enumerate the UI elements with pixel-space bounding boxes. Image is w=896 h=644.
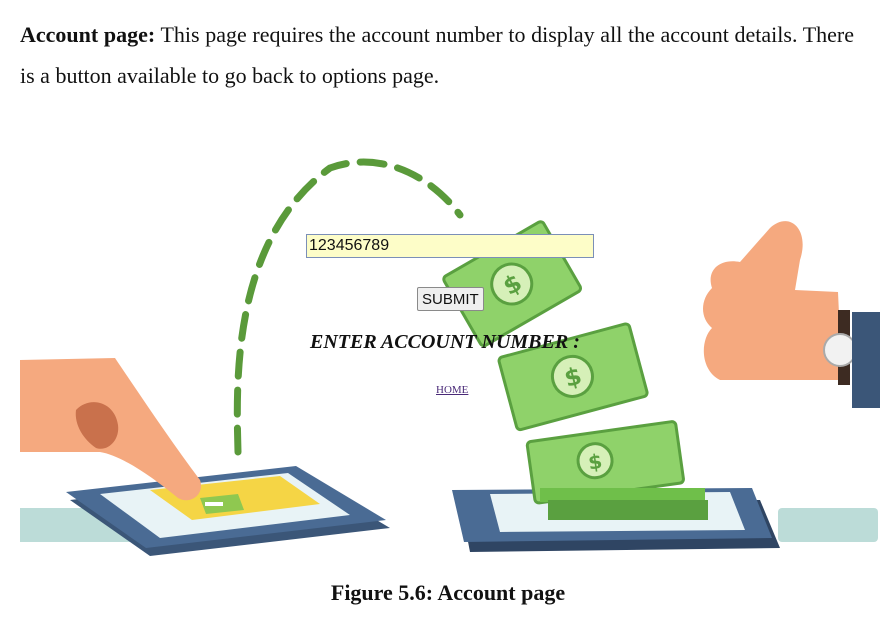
description-paragraph: Account page: This page requires the acc… <box>20 14 854 96</box>
account-number-input[interactable] <box>306 234 594 258</box>
money-bills-icon: $ $ $ <box>442 220 708 520</box>
figure-caption: Figure 5.6: Account page <box>330 580 566 605</box>
paragraph-heading: Account page: <box>20 22 156 47</box>
money-transfer-illustration: $ $ $ <box>20 158 880 556</box>
thumbs-up-hand-icon <box>703 221 880 408</box>
pointing-hand-icon <box>20 358 201 501</box>
account-page-figure: $ $ $ ENTER ACCOUNT NUMBER : <box>0 150 896 570</box>
account-number-prompt: ENTER ACCOUNT NUMBER : <box>310 331 580 353</box>
submit-button[interactable]: SUBMIT <box>417 287 484 311</box>
left-phone-icon <box>66 466 390 556</box>
home-link[interactable]: HOME <box>436 384 468 396</box>
